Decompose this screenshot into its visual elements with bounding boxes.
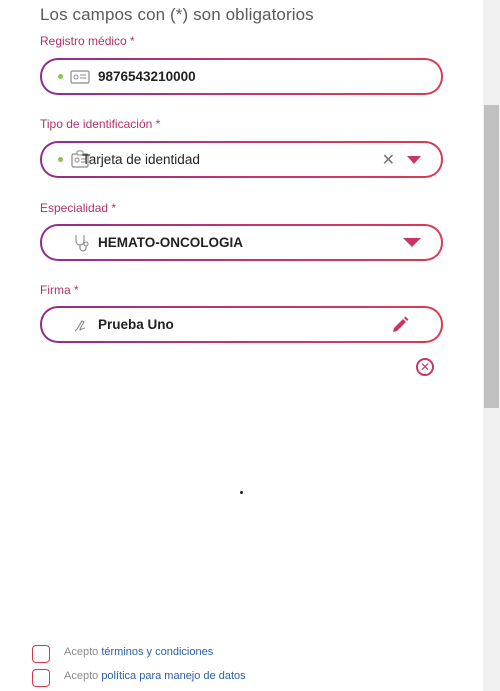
registro-medico-label: Registro médico * (40, 34, 135, 48)
pencil-icon[interactable] (390, 315, 410, 333)
scrollbar-thumb[interactable] (484, 105, 499, 408)
data-policy-link[interactable]: política para manejo de datos (101, 670, 245, 682)
tipo-identificacion-value: Tarjeta de identidad (82, 152, 200, 167)
tipo-identificacion-label: Tipo de identificación * (40, 117, 161, 131)
tipo-identificacion-select[interactable]: Tarjeta de identidad ✕ (40, 141, 443, 178)
valid-indicator (58, 74, 63, 79)
id-card-icon (70, 68, 90, 86)
especialidad-label: Especialidad * (40, 201, 117, 215)
data-policy-text: Acepto política para manejo de datos (64, 670, 246, 682)
especialidad-select[interactable]: HEMATO-ONCOLOGIA (40, 224, 443, 261)
clear-selection-icon[interactable]: ✕ (382, 150, 395, 170)
terms-prefix: Acepto (64, 646, 99, 658)
registro-medico-value: 9876543210000 (98, 69, 196, 84)
firma-value: Prueba Uno (98, 317, 174, 332)
registro-medico-field[interactable]: 9876543210000 (40, 58, 443, 95)
especialidad-value: HEMATO-ONCOLOGIA (98, 235, 243, 250)
valid-indicator (58, 157, 63, 162)
signature-icon (72, 316, 92, 334)
data-policy-prefix: Acepto (64, 670, 99, 682)
firma-label: Firma * (40, 283, 79, 297)
terms-link[interactable]: términos y condiciones (101, 646, 213, 658)
chevron-down-icon[interactable] (407, 156, 421, 164)
form-heading: Los campos con (*) son obligatorios (40, 5, 314, 24)
terms-checkbox[interactable] (32, 645, 50, 663)
terms-text: Acepto términos y condiciones (64, 646, 213, 658)
data-policy-checkbox[interactable] (32, 669, 50, 687)
remove-signature-button[interactable]: ✕ (416, 358, 434, 376)
firma-field[interactable]: Prueba Uno (40, 306, 443, 343)
chevron-down-icon[interactable] (403, 238, 421, 247)
stethoscope-icon (72, 233, 92, 252)
signature-canvas-mark (240, 491, 243, 494)
